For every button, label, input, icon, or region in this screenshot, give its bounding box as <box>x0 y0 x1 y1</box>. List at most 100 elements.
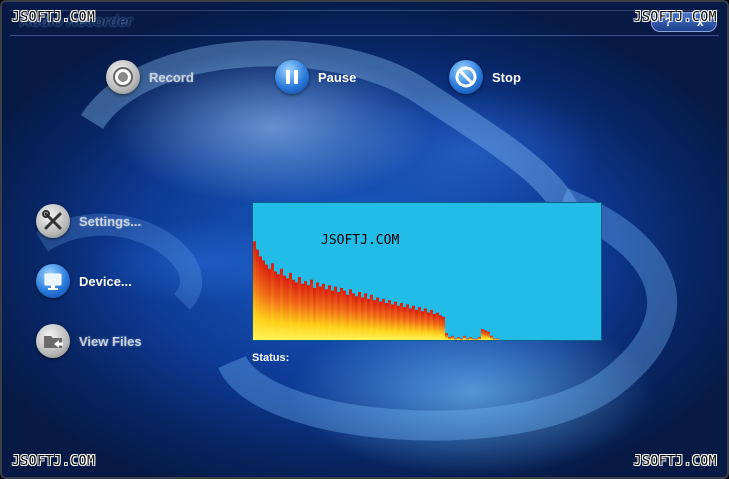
level-bar <box>277 274 280 340</box>
level-bar <box>310 279 313 340</box>
wrench-screwdriver-icon <box>36 204 70 238</box>
level-bar <box>490 335 493 340</box>
level-bar <box>415 309 418 340</box>
level-bar <box>418 307 421 340</box>
settings-label: Settings... <box>79 213 142 229</box>
level-bar <box>409 308 412 340</box>
view-files-label: View Files <box>79 333 142 349</box>
level-bar <box>280 268 283 340</box>
level-bar <box>343 290 346 340</box>
level-bar <box>412 305 415 340</box>
record-label: Record <box>149 69 194 85</box>
level-bar <box>325 289 328 340</box>
level-bar <box>400 303 403 340</box>
record-icon <box>106 60 140 94</box>
level-bar <box>364 293 367 340</box>
level-bar <box>394 301 397 340</box>
level-bar <box>454 338 457 340</box>
level-bar <box>322 283 325 340</box>
level-bar <box>334 286 337 340</box>
watermark-top-right: JSOFTJ.COM <box>633 10 717 25</box>
watermark-top-left: JSOFTJ.COM <box>12 10 96 25</box>
level-bar <box>457 337 460 340</box>
view-files-button[interactable]: View Files <box>36 324 142 358</box>
level-bar <box>367 298 370 340</box>
level-bar <box>265 264 268 340</box>
audio-visualizer: JSOFTJ.COM <box>252 202 602 341</box>
level-bar <box>256 249 259 340</box>
level-bar <box>433 313 436 340</box>
device-label: Device... <box>79 273 132 289</box>
level-bar <box>382 298 385 340</box>
level-bar <box>403 307 406 340</box>
level-bar <box>487 331 490 340</box>
level-bar <box>463 335 466 340</box>
monitor-icon <box>36 264 70 298</box>
level-bar <box>292 279 295 340</box>
stop-button[interactable]: Stop <box>449 60 521 94</box>
level-bar <box>379 301 382 340</box>
visualizer-watermark: JSOFTJ.COM <box>321 233 400 248</box>
level-bar <box>304 281 307 340</box>
level-bar <box>331 290 334 340</box>
level-bar <box>478 337 481 340</box>
level-bar <box>406 304 409 340</box>
level-bar <box>388 300 391 340</box>
level-bar <box>448 337 451 340</box>
level-bar <box>352 293 355 340</box>
device-button[interactable]: Device... <box>36 264 132 298</box>
status-label: Status: <box>252 352 290 364</box>
level-bar <box>436 312 439 340</box>
level-bar <box>289 272 292 340</box>
level-bar <box>271 263 274 340</box>
level-bar <box>466 338 469 340</box>
level-bar <box>358 292 361 340</box>
level-bar <box>298 276 301 340</box>
level-bar <box>262 260 265 340</box>
level-bar <box>481 329 484 340</box>
pause-label: Pause <box>318 69 357 85</box>
level-bar <box>475 338 478 340</box>
level-bar <box>283 275 286 340</box>
level-bar <box>442 316 445 340</box>
level-bar <box>259 256 262 340</box>
level-bar <box>295 282 298 340</box>
level-bar <box>301 283 304 340</box>
folder-icon <box>36 324 70 358</box>
level-bar <box>337 292 340 340</box>
level-bar <box>373 300 376 340</box>
level-bar <box>451 335 454 340</box>
level-bar <box>286 278 289 340</box>
level-bar <box>472 338 475 340</box>
level-bar <box>424 308 427 340</box>
level-bar <box>397 305 400 340</box>
record-button[interactable]: Record <box>106 60 194 94</box>
level-bar <box>496 338 499 340</box>
level-bar <box>493 338 496 340</box>
level-bar <box>355 296 358 340</box>
level-bar <box>340 287 343 340</box>
level-bar <box>391 304 394 340</box>
level-bar <box>427 312 430 340</box>
level-bar <box>430 309 433 340</box>
settings-button[interactable]: Settings... <box>36 204 141 238</box>
app-window: Audio Recorder ? x JSOFTJ.COM JSOFTJ.COM… <box>0 0 729 479</box>
level-bar <box>349 289 352 340</box>
level-bar <box>346 294 349 340</box>
level-bar <box>421 311 424 340</box>
level-bar <box>385 303 388 340</box>
level-bar <box>274 271 277 340</box>
level-bar <box>370 294 373 340</box>
level-bar <box>361 297 364 340</box>
level-bar <box>307 285 310 340</box>
level-bar <box>376 297 379 340</box>
level-bar <box>328 285 331 340</box>
level-bar <box>469 337 472 340</box>
level-bar <box>253 241 256 340</box>
level-bar <box>439 315 442 340</box>
pause-icon <box>275 60 309 94</box>
level-bar <box>319 286 322 340</box>
pause-button[interactable]: Pause <box>275 60 356 94</box>
level-bar <box>460 338 463 340</box>
watermark-bottom-left: JSOFTJ.COM <box>12 454 96 469</box>
